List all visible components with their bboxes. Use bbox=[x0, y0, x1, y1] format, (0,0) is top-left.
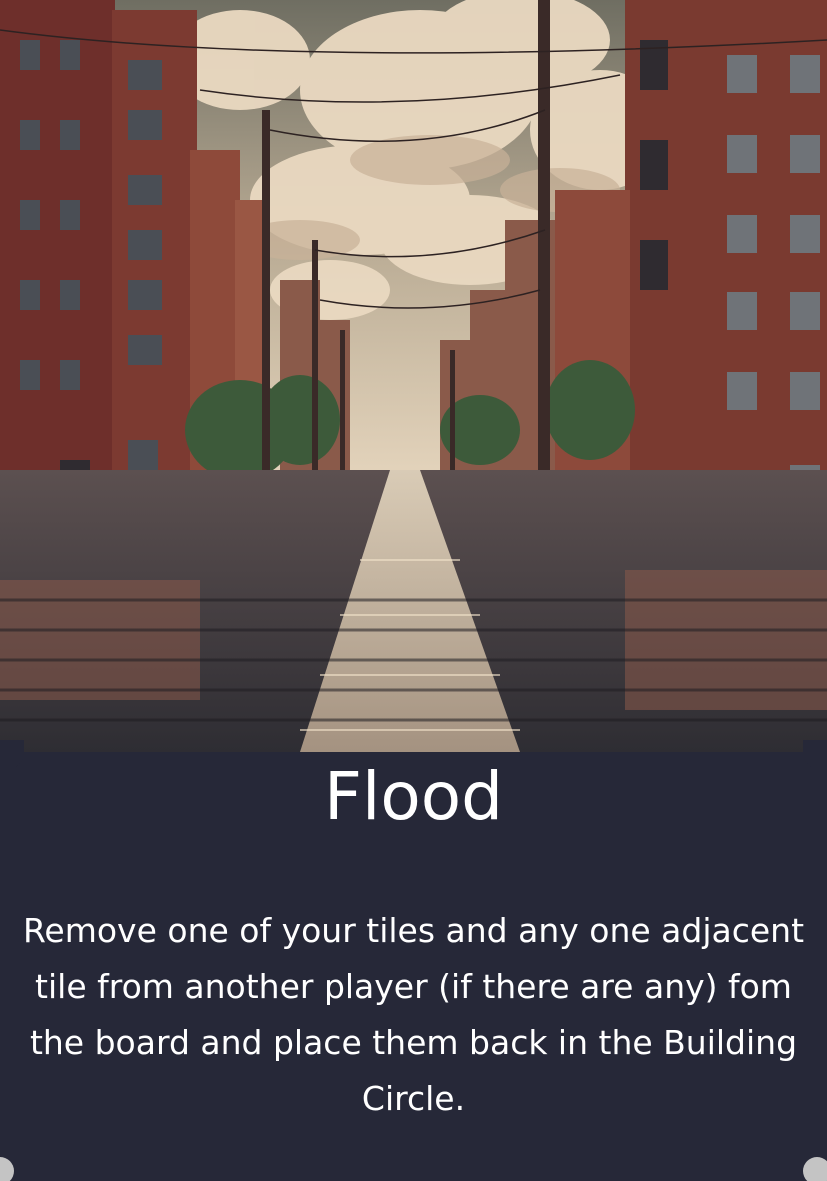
card-title: Flood bbox=[324, 758, 503, 835]
event-card[interactable]: Flood Remove one of your tiles and any o… bbox=[0, 0, 827, 1181]
card-artwork-flooded-street bbox=[0, 0, 827, 752]
card-rules-text: Remove one of your tiles and any one adj… bbox=[22, 911, 805, 1118]
card-corner-bottom-right bbox=[803, 1157, 827, 1181]
flooded-street-illustration bbox=[0, 0, 827, 752]
